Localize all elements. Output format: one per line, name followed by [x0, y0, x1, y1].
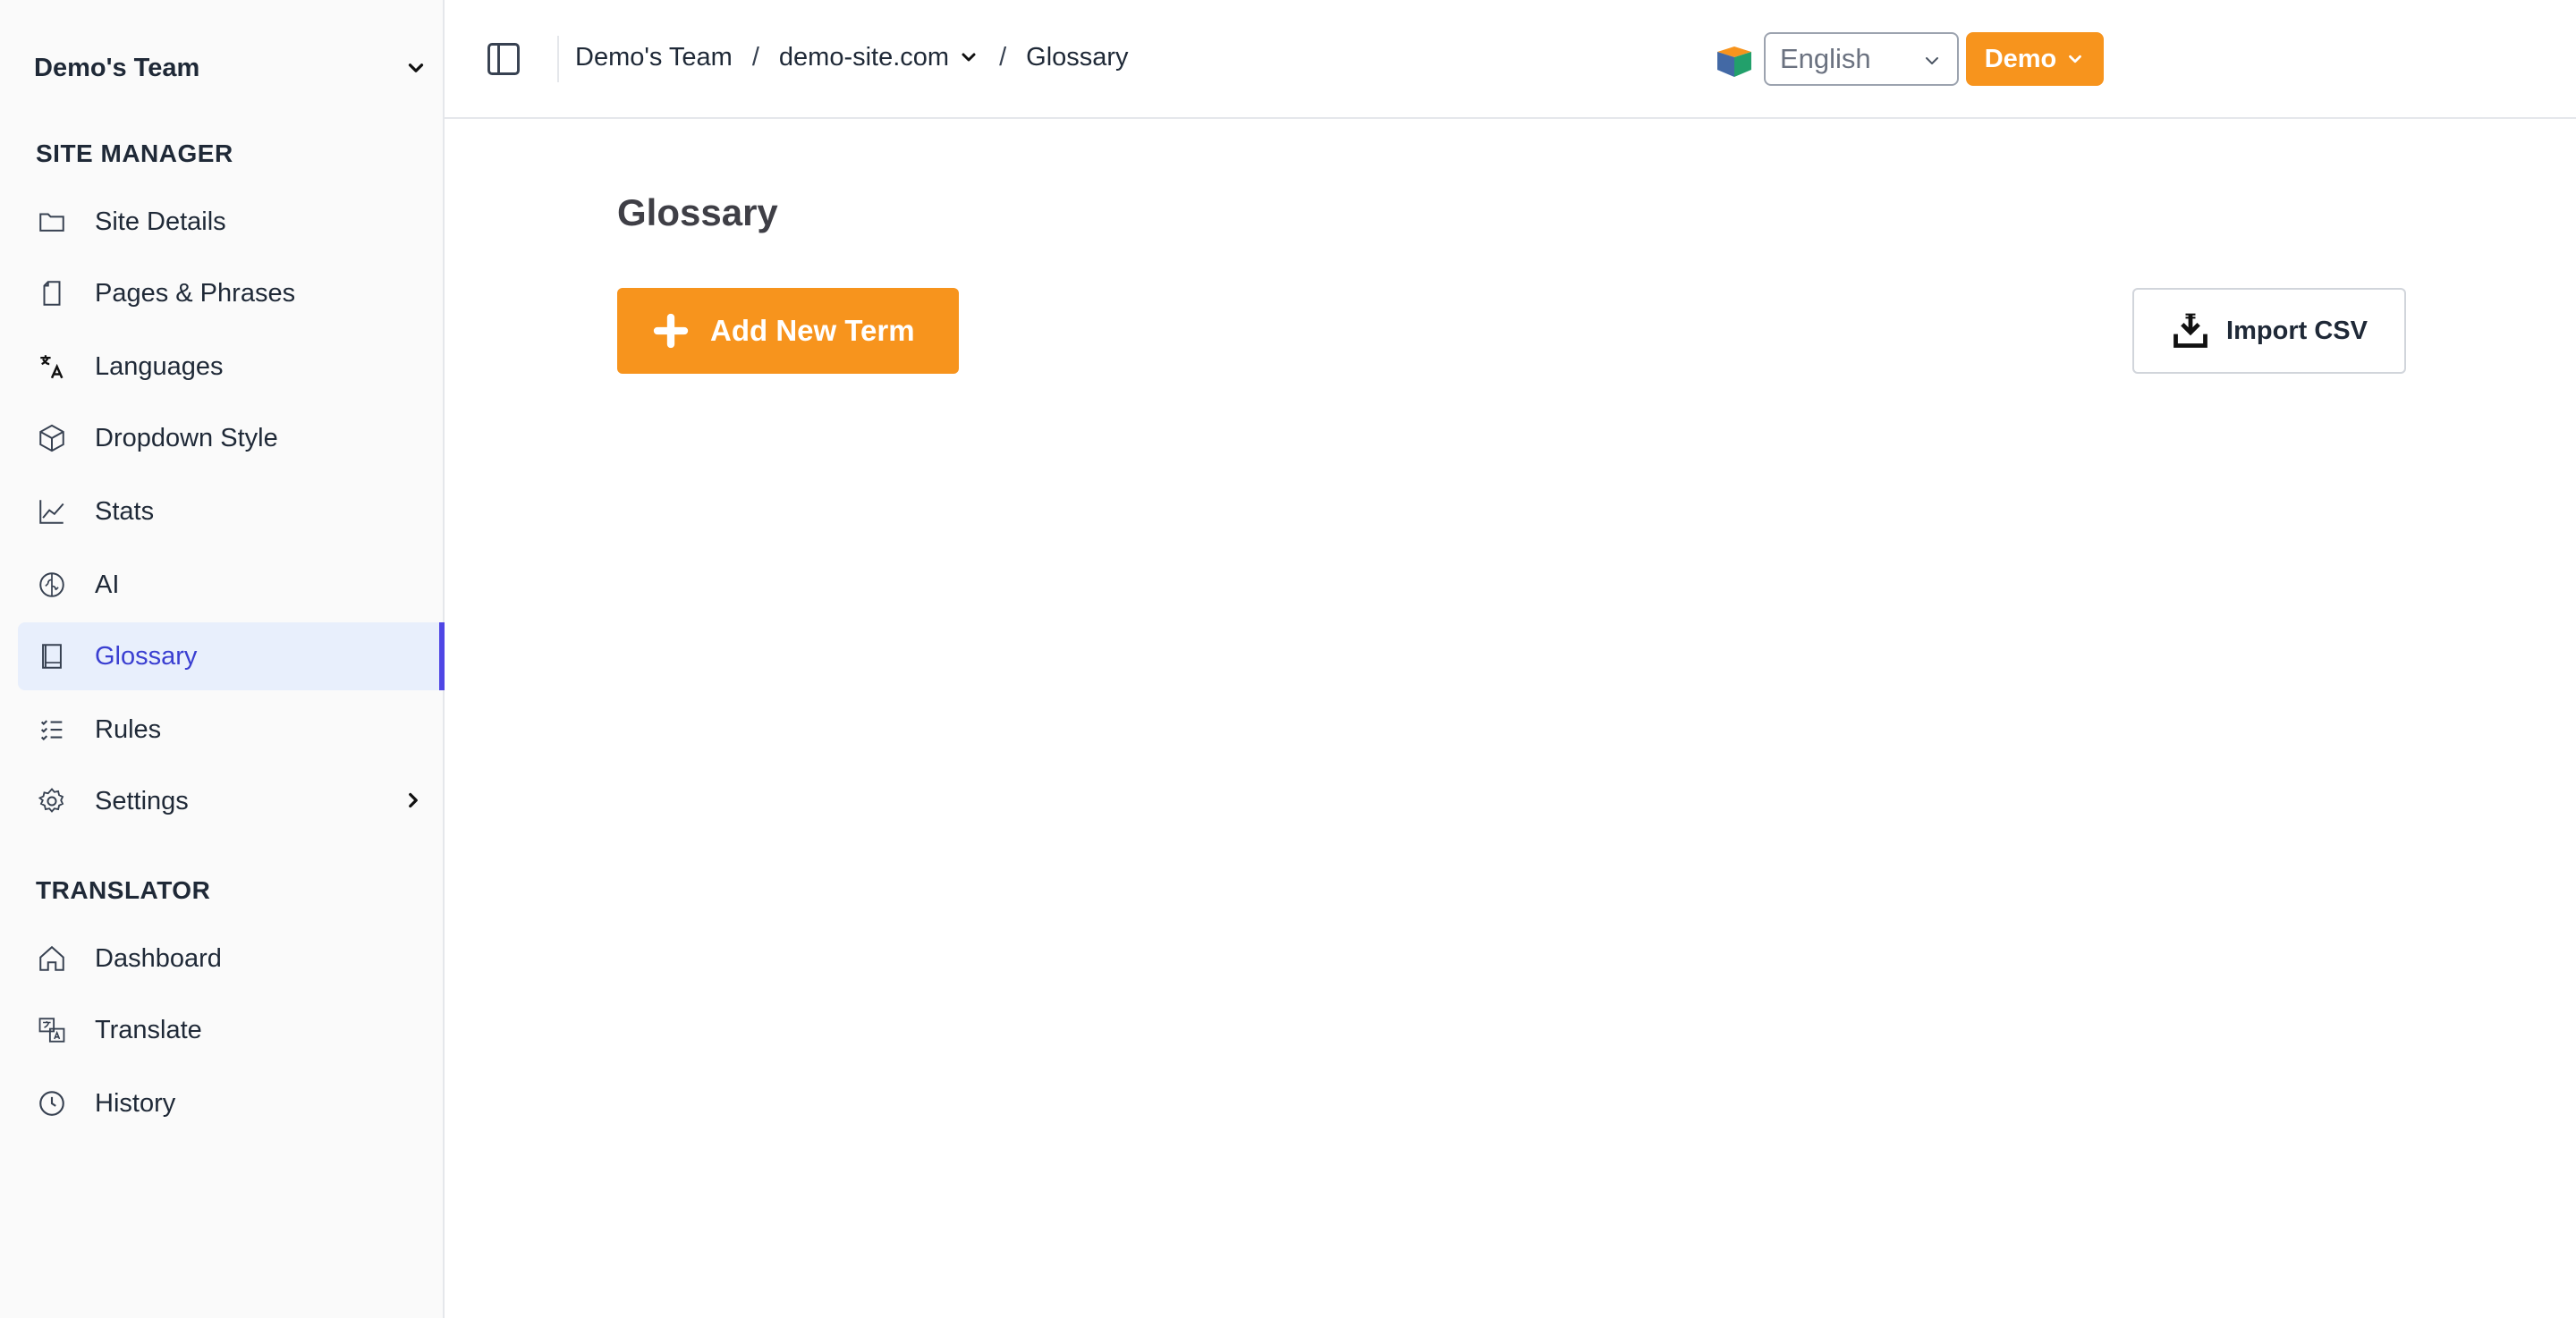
section-title-translator: TRANSLATOR — [36, 876, 211, 904]
breadcrumb-separator: / — [999, 42, 1007, 72]
sidebar-item-languages[interactable]: Languages — [18, 333, 445, 401]
chevron-down-icon — [2069, 55, 2082, 63]
cube-icon — [36, 422, 68, 454]
breadcrumb-separator: / — [751, 42, 759, 72]
sidebar-item-label: History — [95, 1088, 176, 1118]
add-new-term-label: Add New Term — [710, 314, 915, 347]
sidebar-toggle-icon[interactable] — [484, 39, 523, 79]
user-menu-label: Demo — [1984, 44, 2057, 73]
user-menu-button[interactable]: Demo — [1966, 32, 2104, 86]
sidebar-item-label: Pages & Phrases — [95, 278, 296, 308]
sidebar-item-label: Languages — [95, 351, 224, 381]
brain-icon — [36, 569, 68, 601]
add-new-term-button[interactable]: Add New Term — [617, 288, 959, 374]
import-csv-label: Import CSV — [2226, 316, 2368, 345]
section-title-site-manager: SITE MANAGER — [36, 139, 233, 167]
sidebar-item-label: Translate — [95, 1015, 202, 1044]
breadcrumb-team[interactable]: Demo's Team — [575, 43, 733, 72]
translate-icon — [36, 351, 68, 383]
page-title: Glossary — [617, 191, 778, 233]
sidebar-item-pages-phrases[interactable]: Pages & Phrases — [18, 259, 445, 327]
team-switcher[interactable]: Demo's Team — [34, 46, 428, 89]
language-select[interactable]: English — [1764, 32, 1959, 86]
sidebar: Demo's Team SITE MANAGER Site Details Pa… — [0, 0, 445, 1318]
sidebar-item-label: Dashboard — [95, 943, 222, 973]
chevron-right-icon — [409, 792, 418, 808]
sidebar-item-translate[interactable]: Translate — [18, 996, 445, 1064]
header-divider — [557, 36, 559, 82]
language-select-value: English — [1780, 43, 1871, 74]
download-icon — [2174, 313, 2207, 348]
breadcrumb: Demo's Team / demo-site.com / Glossary — [575, 39, 1129, 75]
sidebar-item-label: Stats — [95, 496, 155, 526]
chevron-down-icon — [408, 63, 424, 72]
breadcrumb-site-dropdown[interactable]: demo-site.com — [779, 43, 979, 72]
folder-icon — [36, 206, 68, 238]
book-icon — [36, 640, 68, 672]
import-csv-button[interactable]: Import CSV — [2132, 288, 2406, 374]
sidebar-item-label: AI — [95, 570, 120, 599]
sidebar-item-ai[interactable]: AI — [18, 551, 445, 619]
sidebar-item-label: Settings — [95, 786, 189, 815]
language-card-icon — [36, 1014, 68, 1046]
sidebar-item-label: Rules — [95, 714, 162, 744]
top-header: Demo's Team / demo-site.com / Glossary E… — [445, 0, 2576, 119]
chart-icon — [36, 495, 68, 528]
gear-icon — [36, 785, 68, 817]
chevron-down-icon — [1926, 57, 1938, 64]
sidebar-item-site-details[interactable]: Site Details — [18, 188, 445, 256]
home-icon — [36, 942, 68, 975]
page-icon — [36, 277, 68, 309]
clock-icon — [36, 1087, 68, 1119]
sidebar-item-dropdown-style[interactable]: Dropdown Style — [18, 404, 445, 472]
sidebar-item-label: Dropdown Style — [95, 423, 278, 452]
sidebar-item-dashboard[interactable]: Dashboard — [18, 925, 445, 993]
sidebar-item-history[interactable]: History — [18, 1069, 445, 1137]
list-icon — [36, 714, 68, 746]
brand-logo-icon — [1717, 46, 1751, 77]
sidebar-item-rules[interactable]: Rules — [18, 696, 445, 764]
sidebar-item-label: Site Details — [95, 207, 226, 236]
breadcrumb-site: demo-site.com — [778, 42, 950, 72]
chevron-down-icon — [962, 53, 976, 62]
breadcrumb-current: Glossary — [1026, 42, 1129, 72]
app-root: Demo's Team SITE MANAGER Site Details Pa… — [0, 0, 2576, 1318]
sidebar-item-glossary[interactable]: Glossary — [18, 622, 445, 690]
team-name: Demo's Team — [34, 53, 200, 82]
plus-icon — [653, 313, 689, 349]
sidebar-item-label: Glossary — [95, 641, 198, 671]
sidebar-item-stats[interactable]: Stats — [18, 477, 445, 545]
sidebar-item-settings[interactable]: Settings — [18, 767, 445, 835]
